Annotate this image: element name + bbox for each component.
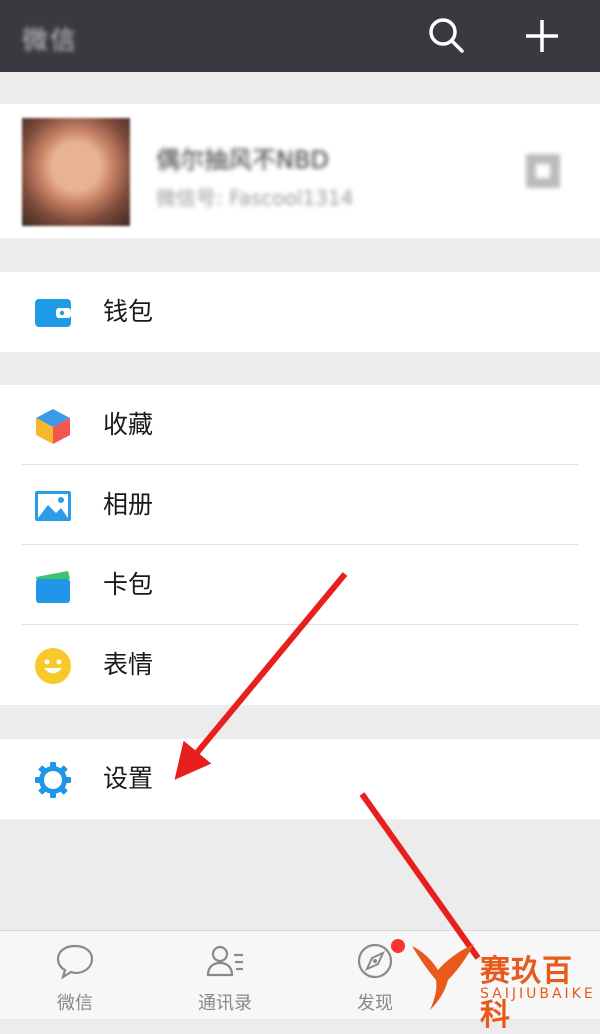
services-group: 收藏 相册 卡包 表情 [0,385,600,705]
menu-item-settings[interactable]: 设置 [0,739,600,819]
menu-label-wallet: 钱包 [103,297,154,326]
wechat-id: 微信号: Fascool1314 [156,186,354,210]
plus-icon[interactable] [518,12,566,60]
card-icon [36,571,70,603]
menu-item-wallet[interactable]: 钱包 [0,272,600,352]
menu-label-cards: 卡包 [103,570,154,599]
contacts-icon [206,945,243,977]
menu-label-settings: 设置 [103,764,154,793]
wallet-group: 钱包 [0,272,600,352]
tab-chats[interactable]: 微信 [25,931,125,1019]
search-icon[interactable] [422,12,470,60]
watermark: 赛玖百科 SAIJIUBAIKE [408,936,600,1033]
tab-label-chats: 微信 [57,993,93,1014]
compass-icon [357,943,393,979]
settings-group: 设置 [0,739,600,819]
image-icon [35,491,71,521]
top-bar: 微信 [0,0,600,72]
tab-label-contacts: 通讯录 [198,993,252,1014]
cube-icon [36,409,70,444]
gear-icon [35,762,71,798]
menu-item-stickers[interactable]: 表情 [0,625,600,705]
wallet-icon [35,299,71,327]
menu-item-album[interactable]: 相册 [0,465,600,545]
avatar [22,118,130,226]
menu-label-album: 相册 [103,490,154,519]
tab-contacts[interactable]: 通讯录 [175,931,275,1019]
notification-dot [391,939,405,953]
nickname: 偶尔抽风不NBD [156,146,329,174]
whale-tail-logo-icon [412,944,474,1010]
qr-code-icon[interactable] [526,154,560,188]
app-title: 微信 [22,26,79,56]
menu-item-favorites[interactable]: 收藏 [0,385,600,465]
profile-card[interactable]: 偶尔抽风不NBD 微信号: Fascool1314 [0,104,600,238]
watermark-subtext: SAIJIUBAIKE [480,986,596,1002]
menu-label-favorites: 收藏 [103,410,154,439]
menu-label-stickers: 表情 [103,650,154,679]
menu-item-cards[interactable]: 卡包 [0,545,600,625]
smiley-icon [35,648,71,684]
chat-bubble-icon [56,944,94,980]
